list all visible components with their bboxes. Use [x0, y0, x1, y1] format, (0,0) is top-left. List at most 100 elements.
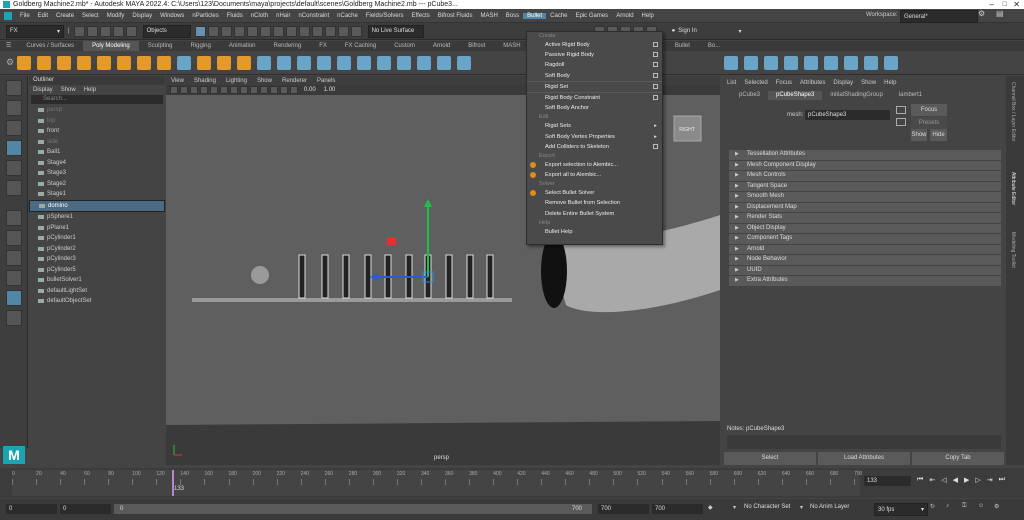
outliner-menu-display[interactable]: Display	[33, 87, 53, 93]
go-to-end-icon[interactable]: ⏭	[999, 476, 1005, 484]
menu-item-bullet-help[interactable]: Bullet Help	[527, 227, 662, 237]
shelf-tab-mash[interactable]: MASH	[494, 41, 529, 51]
menu-bullet[interactable]: Bullet	[523, 12, 547, 19]
select-object-icon[interactable]	[207, 25, 219, 37]
scale-tool-icon[interactable]	[6, 180, 22, 196]
new-scene-icon[interactable]	[73, 25, 85, 37]
outliner-item-ball1[interactable]: Ball1	[29, 147, 165, 158]
current-frame-field[interactable]: 133	[864, 476, 911, 486]
section-tangent-space[interactable]: Tangent Space	[729, 181, 1001, 191]
menu-help[interactable]: Help	[638, 13, 658, 19]
unfold-icon[interactable]	[824, 55, 839, 70]
target-weld-icon[interactable]	[457, 55, 472, 70]
ipr-render-icon[interactable]	[324, 25, 336, 37]
menu-item-rigid-sets[interactable]: Rigid Sets ▸	[527, 121, 662, 131]
close-icon[interactable]: ✕	[1013, 0, 1020, 9]
current-frame-indicator[interactable]	[171, 470, 174, 496]
start-time-field[interactable]: 0	[6, 504, 57, 514]
outliner-item-psphere1[interactable]: pSphere1	[29, 212, 165, 223]
sound-icon[interactable]: ♪	[946, 503, 949, 509]
step-back-key-icon[interactable]: ⇤	[929, 476, 935, 484]
range-slider[interactable]: 0 700	[114, 504, 592, 514]
lights-icon[interactable]	[250, 86, 258, 94]
shelf-options-icon[interactable]: ⚙	[6, 57, 14, 68]
platonic-solid-icon[interactable]	[157, 55, 172, 70]
ae-menu-help[interactable]: Help	[884, 80, 896, 86]
camera-select-icon[interactable]	[170, 86, 178, 94]
step-forward-icon[interactable]: ▷	[975, 476, 980, 484]
textured-icon[interactable]	[240, 86, 248, 94]
menu-display[interactable]: Display	[128, 13, 156, 19]
section-node-behavior[interactable]: Node Behavior	[729, 255, 1001, 265]
select-component-icon[interactable]	[220, 25, 232, 37]
outliner-item-side[interactable]: side	[29, 137, 165, 148]
key-icon[interactable]: ⚿	[962, 503, 967, 510]
show-button[interactable]: Show	[911, 129, 927, 141]
option-box-icon[interactable]	[653, 143, 658, 149]
outliner-item-pcylinder2[interactable]: pCylinder2	[29, 244, 165, 255]
option-box-icon[interactable]	[653, 83, 658, 89]
outliner-item-pcylinder5[interactable]: pCylinder5	[29, 265, 165, 276]
menu-item-export-all-to-alembic[interactable]: Export all to Alembic...	[527, 170, 662, 180]
go-to-input-icon[interactable]	[896, 118, 906, 126]
auto-key-icon[interactable]: ◆	[708, 504, 713, 511]
snap-surface-icon[interactable]	[272, 25, 284, 37]
outliner-item-front[interactable]: front	[29, 126, 165, 137]
viewport-menu-lighting[interactable]: Lighting	[226, 78, 247, 84]
outliner-item-stage4[interactable]: Stage4	[29, 158, 165, 169]
option-box-icon[interactable]	[653, 94, 658, 100]
time-slider[interactable]: 0 20 40 60 80 100 120 140 160 180 200 220 240 260 280 3…	[0, 468, 1024, 498]
step-back-icon[interactable]: ◁	[941, 476, 946, 484]
poly-plane-icon[interactable]	[117, 55, 132, 70]
load-node-icon[interactable]	[896, 106, 906, 114]
svg-icon[interactable]	[237, 55, 252, 70]
select-hierarchy-icon[interactable]	[194, 25, 206, 37]
poly-torus-icon[interactable]	[97, 55, 112, 70]
ae-menu-display[interactable]: Display	[833, 80, 853, 86]
snap-point-icon[interactable]	[259, 25, 271, 37]
poly-type-icon[interactable]	[217, 55, 232, 70]
ae-menu-list[interactable]: List	[727, 80, 736, 86]
menu-ncache[interactable]: nCache	[333, 13, 362, 19]
end-time-field[interactable]: 700	[652, 504, 703, 514]
side-tab-attribute-editor[interactable]: Attribute Editor	[1010, 172, 1016, 205]
selection-mode-select[interactable]: Objects	[142, 24, 191, 38]
menu-select[interactable]: Select	[78, 13, 103, 19]
auto-map-icon[interactable]	[804, 55, 819, 70]
combine-icon[interactable]	[257, 55, 272, 70]
lasso-tool-icon[interactable]	[6, 100, 22, 116]
poly-sphere-icon[interactable]	[17, 55, 32, 70]
shelf-tab-fx-caching[interactable]: FX Caching	[336, 41, 385, 51]
outliner-item-pplane1[interactable]: pPlane1	[29, 223, 165, 234]
section-arnold[interactable]: Arnold	[729, 244, 1001, 254]
shelf-tab-sculpting[interactable]: Sculpting	[139, 41, 182, 51]
shelf-tab-bo[interactable]: Bo...	[699, 41, 729, 51]
copy-tab-button[interactable]: Copy Tab	[912, 452, 1004, 465]
persp-outliner-layout-icon[interactable]	[6, 290, 22, 306]
uv-editor-icon[interactable]	[724, 55, 739, 70]
gamma-value[interactable]: 1.00	[324, 87, 336, 93]
shelf-tab-animation[interactable]: Animation	[220, 41, 265, 51]
hypershade-icon[interactable]	[350, 25, 362, 37]
render-frame-icon[interactable]	[311, 25, 323, 37]
menu-create[interactable]: Create	[52, 13, 78, 19]
sew-uv-icon[interactable]	[884, 55, 899, 70]
redo-icon[interactable]	[125, 25, 137, 37]
viewport-menu-panels[interactable]: Panels	[317, 78, 335, 84]
fps-select[interactable]: 30 fps ▾	[874, 503, 928, 516]
viewport-menu-view[interactable]: View	[171, 78, 184, 84]
shelf-tabs-options-icon[interactable]: ☰	[0, 41, 17, 51]
shadows-icon[interactable]	[260, 86, 268, 94]
bookmark-icon[interactable]	[190, 86, 198, 94]
presets-button[interactable]: Presets	[911, 117, 947, 129]
shelf-tab-rendering[interactable]: Rendering	[265, 41, 311, 51]
image-plane-icon[interactable]	[200, 86, 208, 94]
poly-cylinder-icon[interactable]	[57, 55, 72, 70]
menu-modify[interactable]: Modify	[103, 13, 129, 19]
menu-item-active-rigid-body[interactable]: Active Rigid Body	[527, 40, 662, 50]
node-name-field[interactable]: pCubeShape3	[805, 110, 890, 120]
rotate-tool-icon[interactable]	[6, 160, 22, 176]
menu-item-soft-body[interactable]: Soft Body	[527, 71, 662, 81]
play-back-icon[interactable]: ◀	[953, 476, 958, 484]
save-scene-icon[interactable]	[99, 25, 111, 37]
